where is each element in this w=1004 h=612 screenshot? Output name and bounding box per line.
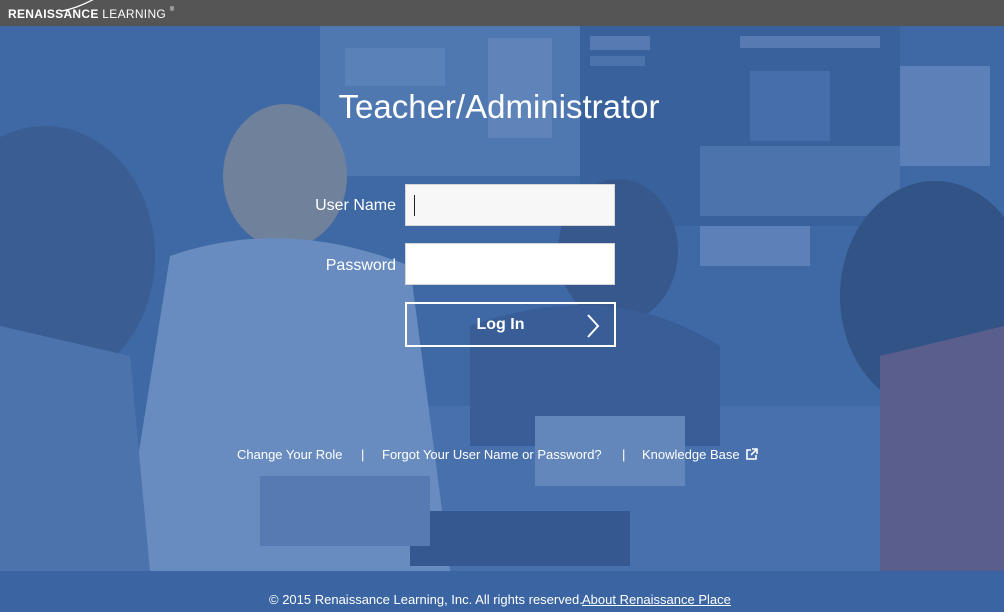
logo-swoosh-icon	[61, 0, 94, 12]
page-title: Teacher/Administrator	[338, 88, 660, 125]
login-button[interactable]: Log In	[405, 302, 616, 347]
forgot-credentials-link[interactable]: Forgot Your User Name or Password?	[382, 447, 602, 462]
link-separator: |	[361, 447, 365, 462]
change-role-link[interactable]: Change Your Role	[237, 447, 343, 462]
copyright-text: © 2015 Renaissance Learning, Inc. All ri…	[269, 592, 583, 607]
brand-name-light: LEARNING	[102, 7, 167, 21]
hero-background: Teacher/Administrator User Name Password…	[0, 26, 1004, 571]
external-link-icon[interactable]	[745, 448, 758, 461]
chevron-right-icon	[587, 314, 600, 338]
knowledge-base-link[interactable]: Knowledge Base	[642, 447, 740, 462]
username-label: User Name	[315, 197, 396, 214]
username-input[interactable]	[405, 184, 615, 226]
password-label: Password	[325, 257, 396, 274]
text-cursor	[414, 195, 415, 216]
help-links: Change Your Role | Forgot Your User Name…	[0, 447, 1004, 467]
footer: © 2015 Renaissance Learning, Inc. All ri…	[0, 571, 1004, 612]
about-link[interactable]: About Renaissance Place	[582, 592, 731, 607]
registered-mark: ®	[169, 7, 175, 13]
link-separator: |	[622, 447, 626, 462]
login-button-label: Log In	[476, 316, 525, 333]
password-input[interactable]	[405, 243, 615, 285]
top-bar: RENAISSANCE LEARNING ®	[0, 0, 1004, 26]
